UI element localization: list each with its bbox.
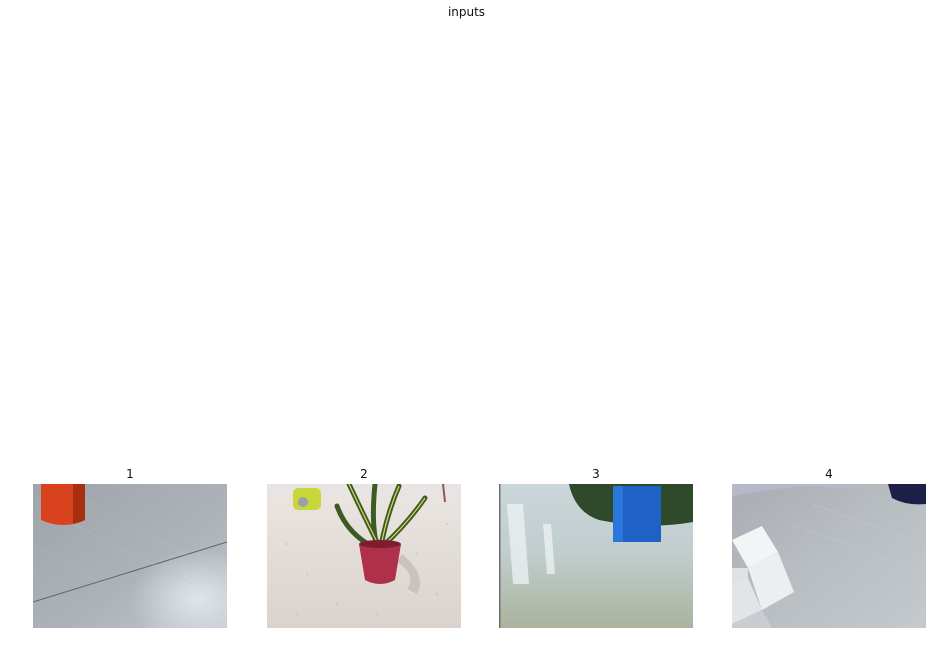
panel-title: 1 [126,467,134,481]
panel-title: 3 [592,467,600,481]
image-panel-3: 3 [499,466,693,628]
panel-title: 2 [360,467,368,481]
red-cylinder-photo-icon [33,484,227,628]
blue-box-photo-icon [499,484,693,628]
image-panel-2: 2 [267,466,461,628]
figure-title: inputs [447,5,486,19]
panel-title: 4 [825,467,833,481]
white-boxes-photo-icon [732,484,926,628]
image-panel-4: 4 [732,466,926,628]
image-panel-1: 1 [33,466,227,628]
potted-plant-photo-icon [267,484,461,628]
